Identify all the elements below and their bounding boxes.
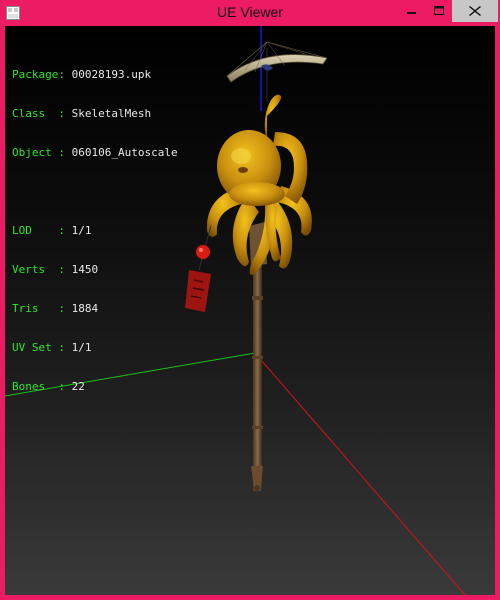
- info-row-uvset: UV Set : 1/1: [12, 341, 178, 354]
- package-sep: :: [58, 68, 65, 81]
- class-value: SkeletalMesh: [71, 107, 152, 120]
- umbrella-model: [226, 41, 328, 101]
- package-label: Package: [12, 68, 59, 81]
- tris-label: Tris: [12, 302, 59, 315]
- bones-label: Bones: [12, 380, 59, 393]
- info-row-lod: LOD : 1/1: [12, 224, 178, 237]
- axis-x-line: [254, 352, 466, 595]
- charm-ornament: [185, 225, 212, 312]
- uvset-value: 1/1: [71, 341, 92, 354]
- info-row-verts: Verts : 1450: [12, 263, 178, 276]
- object-sep: :: [58, 146, 65, 159]
- bones-sep: :: [58, 380, 65, 393]
- tris-value: 1884: [71, 302, 99, 315]
- object-label: Object: [12, 146, 59, 159]
- app-window: UE Viewer Package: 00028193.upk Class: …: [0, 0, 500, 600]
- verts-sep: :: [58, 263, 65, 276]
- lod-label: LOD: [12, 224, 59, 237]
- info-row-bones: Bones : 22: [12, 380, 178, 393]
- minimize-icon: [407, 12, 416, 14]
- maximize-button[interactable]: [426, 0, 452, 22]
- lod-sep: :: [58, 224, 65, 237]
- info-row-class: Class : SkeletalMesh: [12, 107, 178, 120]
- class-label: Class: [12, 107, 59, 120]
- uvset-label: UV Set: [12, 341, 59, 354]
- close-button[interactable]: [452, 0, 498, 22]
- info-row-package: Package: 00028193.upk: [12, 68, 178, 81]
- info-row-object: Object : 060106_Autoscale: [12, 146, 178, 159]
- 3d-viewport[interactable]: Package: 00028193.upk Class : SkeletalMe…: [5, 26, 495, 595]
- class-sep: :: [58, 107, 65, 120]
- info-row-tris: Tris : 1884: [12, 302, 178, 315]
- package-value: 00028193.upk: [71, 68, 152, 81]
- verts-value: 1450: [71, 263, 99, 276]
- mesh-info-overlay: Package: 00028193.upk Class : SkeletalMe…: [12, 42, 178, 419]
- lod-value: 1/1: [71, 224, 92, 237]
- octopus-model: [206, 94, 312, 275]
- object-value: 060106_Autoscale: [71, 146, 178, 159]
- title-bar[interactable]: UE Viewer: [0, 0, 500, 26]
- tris-sep: :: [58, 302, 65, 315]
- maximize-icon: [434, 6, 444, 15]
- bones-value: 22: [71, 380, 85, 393]
- verts-label: Verts: [12, 263, 59, 276]
- close-icon: [469, 6, 481, 16]
- uvset-sep: :: [58, 341, 65, 354]
- minimize-button[interactable]: [398, 0, 426, 22]
